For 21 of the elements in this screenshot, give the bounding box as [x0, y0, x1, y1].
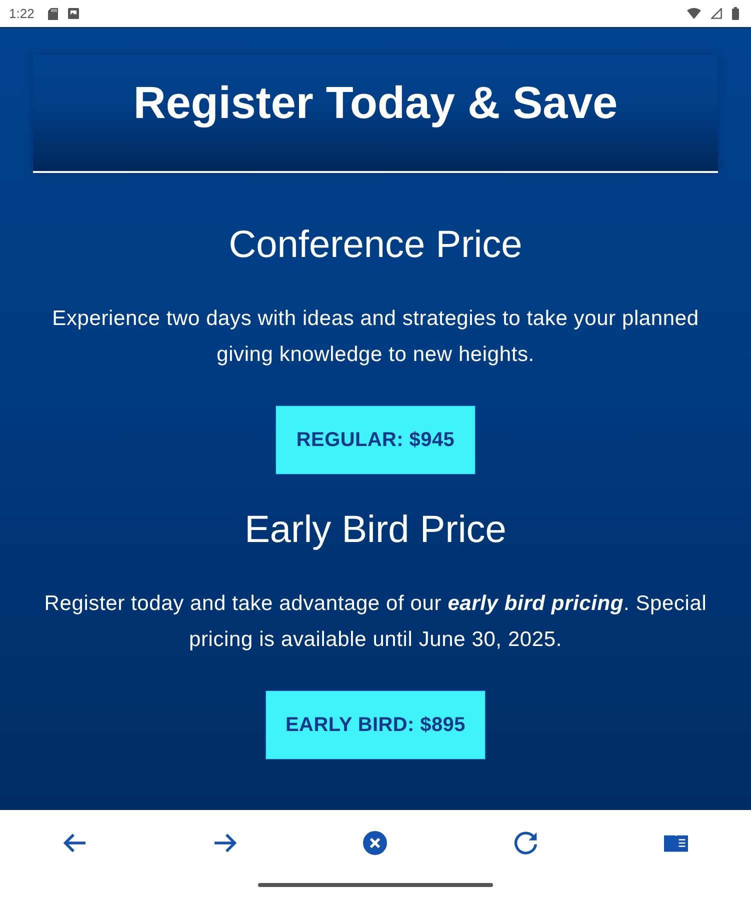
price-button[interactable]: REGULAR: $945	[275, 405, 476, 475]
section-heading: Early Bird Price	[244, 508, 506, 553]
back-arrow-icon	[63, 831, 88, 855]
reload-button[interactable]	[514, 831, 538, 855]
image-icon	[68, 8, 80, 19]
section-heading: Conference Price	[228, 223, 522, 268]
reload-icon	[514, 831, 538, 855]
status-time: 1:22	[9, 6, 34, 21]
price-button[interactable]: EARLY BIRD: $895	[264, 690, 486, 760]
stop-button[interactable]	[363, 831, 388, 855]
wifi-icon	[687, 8, 701, 19]
close-icon	[363, 831, 388, 855]
section-description: Register today and take advantage of our early bird pricing. Special pricing is available until June 30, 2025.	[43, 591, 708, 653]
forward-button[interactable]	[213, 831, 238, 855]
forward-arrow-icon	[213, 831, 238, 855]
section-description: Experience two days with ideas and strategies to take your planned giving knowledge to new heights.	[51, 306, 700, 368]
battery-icon	[732, 7, 739, 20]
page-title: Register Today & Save	[133, 76, 618, 130]
back-button[interactable]	[63, 831, 88, 855]
signal-icon	[711, 8, 722, 19]
sd-card-icon	[48, 8, 58, 20]
